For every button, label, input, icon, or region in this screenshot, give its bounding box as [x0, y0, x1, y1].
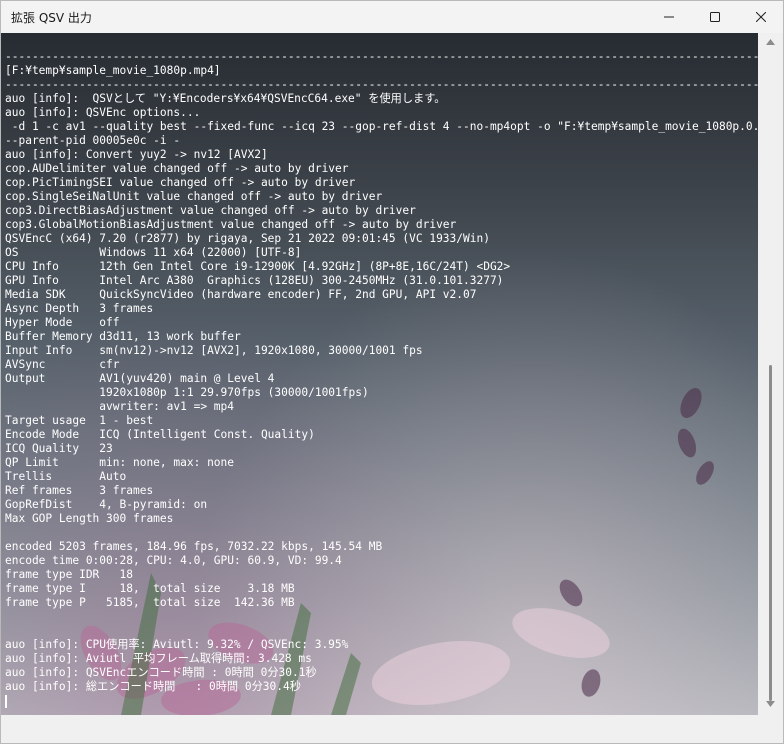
log-line: OS Windows 11 x64 (22000) [UTF-8] [5, 246, 302, 259]
log-line: encoded 5203 frames, 184.96 fps, 7032.22… [5, 540, 383, 553]
log-line: Encode Mode ICQ (Intelligent Const. Qual… [5, 428, 315, 441]
console-window: 拡張 QSV 出力 ------------------------------… [0, 0, 784, 744]
log-line: 1920x1080p 1:1 29.970fps (30000/1001fps) [5, 386, 369, 399]
log-line: frame type P 5185, total size 142.36 MB [5, 596, 295, 609]
log-line: Async Depth 3 frames [5, 302, 154, 315]
log-line: GPU Info Intel Arc A380 Graphics (128EU)… [5, 274, 504, 287]
log-line: auo [info]: Aviutl 平均フレーム取得時間: 3.428 ms [5, 652, 312, 665]
log-line: Max GOP Length 300 frames [5, 512, 174, 525]
log-output-area[interactable]: ----------------------------------------… [1, 33, 758, 715]
bottom-scroll-strip [1, 715, 783, 743]
log-line: Hyper Mode off [5, 316, 120, 329]
log-line: auo [info]: QSVEnc options... [5, 106, 201, 119]
log-line: auo [info]: QSVとして "Y:¥Encoders¥x64¥QSVE… [5, 92, 446, 105]
minimize-icon [664, 16, 674, 18]
log-line: cop.AUDelimiter value changed off -> aut… [5, 162, 349, 175]
log-line: ----------------------------------------… [5, 78, 758, 91]
log-line: CPU Info 12th Gen Intel Core i9-12900K [… [5, 260, 511, 273]
minimize-button[interactable] [646, 1, 692, 33]
log-line: Media SDK QuickSyncVideo (hardware encod… [5, 288, 477, 301]
log-line: Target usage 1 - best [5, 414, 154, 427]
log-line: auo [info]: CPU使用率: Aviutl: 9.32% / QSVE… [5, 638, 349, 651]
log-line: QP Limit min: none, max: none [5, 456, 235, 469]
log-line: auo [info]: QSVEncエンコード時間 : 0時間 0分30.1秒 [5, 666, 317, 679]
log-line: Output AV1(yuv420) main @ Level 4 [5, 372, 275, 385]
log-line: [F:¥temp¥sample_movie_1080p.mp4] [5, 64, 221, 77]
log-line: encode time 0:00:28, CPU: 4.0, GPU: 60.9… [5, 554, 342, 567]
log-line: Buffer Memory d3d11, 13 work buffer [5, 330, 241, 343]
log-line: frame type IDR 18 [5, 568, 133, 581]
log-line: Trellis Auto [5, 470, 127, 483]
title-bar[interactable]: 拡張 QSV 出力 [1, 1, 783, 33]
log-line: -d 1 -c av1 --quality best --fixed-func … [5, 120, 758, 133]
log-line: cop.SingleSeiNalUnit value changed off -… [5, 190, 383, 203]
log-text: ----------------------------------------… [5, 50, 758, 708]
log-line: GopRefDist 4, B-pyramid: on [5, 498, 208, 511]
log-line: ----------------------------------------… [5, 50, 758, 63]
log-line: Input Info sm(nv12)->nv12 [AVX2], 1920x1… [5, 344, 423, 357]
window-title: 拡張 QSV 出力 [11, 11, 92, 25]
log-line: cop3.GlobalMotionBiasAdjustment value ch… [5, 218, 457, 231]
log-line: AVSync cfr [5, 358, 120, 371]
text-cursor [5, 695, 7, 708]
log-line: QSVEncC (x64) 7.20 (r2877) by rigaya, Se… [5, 232, 490, 245]
maximize-icon [710, 12, 720, 22]
log-line: frame type I 18, total size 3.18 MB [5, 582, 295, 595]
log-line: avwriter: av1 => mp4 [5, 400, 235, 413]
close-icon [756, 12, 766, 22]
maximize-button[interactable] [692, 1, 738, 33]
log-line: auo [info]: Convert yuy2 -> nv12 [AVX2] [5, 148, 268, 161]
log-line: auo [info]: 総エンコード時間 : 0時間 0分30.4秒 [5, 680, 301, 693]
scroll-down-arrow-icon[interactable] [766, 701, 775, 707]
scrollbar-thumb[interactable] [769, 365, 772, 701]
log-line: Ref frames 3 frames [5, 484, 154, 497]
log-line: cop3.DirectBiasAdjustment value changed … [5, 204, 416, 217]
vertical-scrollbar[interactable] [758, 33, 783, 715]
scroll-up-arrow-icon[interactable] [766, 39, 775, 45]
log-line: cop.PicTimingSEI value changed off -> au… [5, 176, 356, 189]
log-line: ICQ Quality 23 [5, 442, 113, 455]
close-button[interactable] [738, 1, 783, 33]
log-line: --parent-pid 00005e0c -i - [5, 134, 181, 147]
